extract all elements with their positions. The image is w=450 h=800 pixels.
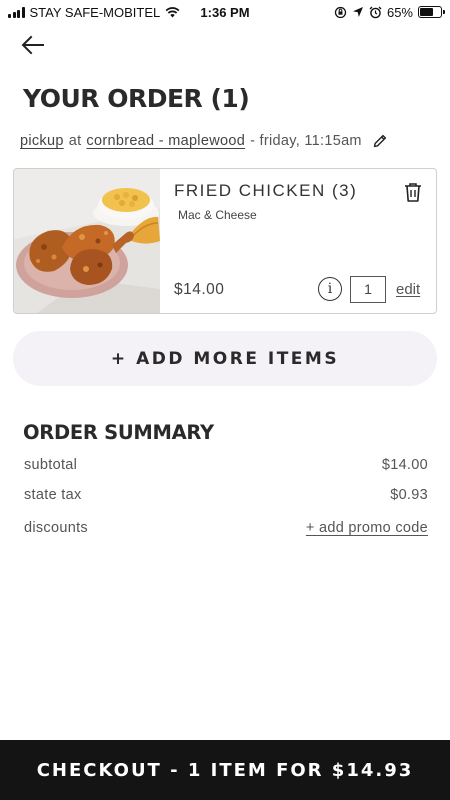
add-promo-code-link[interactable]: + add promo code [306,520,428,536]
fried-chicken-image [14,169,160,313]
add-more-items-button[interactable]: + ADD MORE ITEMS [13,331,437,386]
trash-icon[interactable] [402,181,424,203]
battery-fill [420,8,433,16]
item-name: FRIED CHICKEN (3) [174,181,358,200]
alarm-icon [369,6,382,18]
status-right: 65% [334,4,445,20]
info-icon[interactable]: i [318,277,342,301]
item-price: $14.00 [174,281,225,298]
item-modifier: Mac & Cheese [178,208,257,222]
order-summary-title: ORDER SUMMARY [23,421,214,444]
clock: 1:36 PM [200,4,250,20]
location-link[interactable]: cornbread - maplewood [86,133,245,149]
quantity-input[interactable]: 1 [350,276,386,303]
battery-icon [418,6,445,18]
status-bar: STAY SAFE-MOBITEL 1:36 PM 65% [0,0,450,24]
tax-value: $0.93 [390,487,428,503]
tax-row: state tax $0.93 [24,487,428,503]
page-title: YOUR ORDER (1) [23,84,250,113]
status-left: STAY SAFE-MOBITEL [8,5,180,20]
rotation-lock-icon [334,6,347,18]
checkout-button[interactable]: CHECKOUT - 1 ITEM FOR $14.93 [0,740,450,800]
edit-item-link[interactable]: edit [396,281,420,298]
battery-percent: 65% [386,4,413,20]
discounts-label: discounts [24,520,88,536]
pencil-icon[interactable] [372,133,388,149]
order-info-line: pickup at cornbread - maplewood - friday… [20,133,388,149]
pickup-time: - friday, 11:15am [250,133,362,149]
back-arrow-icon[interactable] [18,32,48,58]
location-icon [352,7,363,17]
cart-item-card: FRIED CHICKEN (3) Mac & Cheese $14.00 i … [13,168,437,314]
at-label: at [68,133,82,149]
subtotal-label: subtotal [24,457,78,473]
wifi-icon [165,6,180,17]
tax-label: state tax [24,487,82,503]
carrier-name: STAY SAFE-MOBITEL [29,4,161,20]
subtotal-row: subtotal $14.00 [24,457,428,473]
pickup-mode-link[interactable]: pickup [20,133,64,149]
signal-icon [8,6,25,18]
discounts-row: discounts + add promo code [24,520,428,536]
subtotal-value: $14.00 [381,457,428,473]
